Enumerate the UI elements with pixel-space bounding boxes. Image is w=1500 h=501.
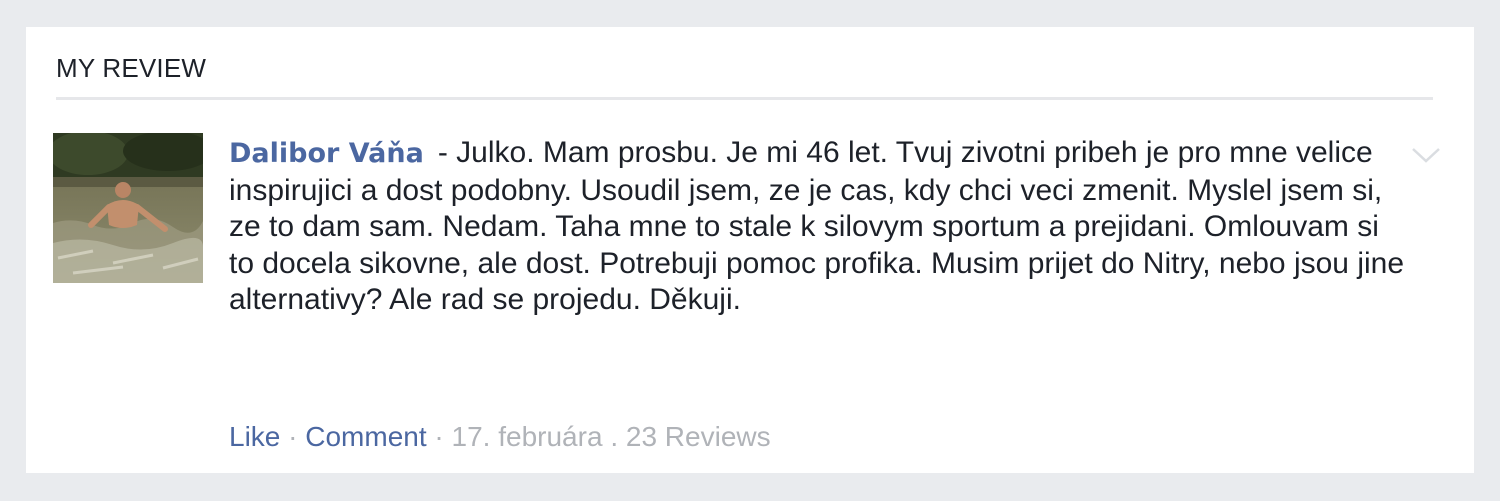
comment-link[interactable]: Comment <box>305 421 426 452</box>
review-date[interactable]: 17. februára <box>452 421 603 452</box>
avatar-photo <box>53 133 203 283</box>
review-options-button[interactable] <box>1410 145 1442 165</box>
like-link[interactable]: Like <box>229 421 280 452</box>
section-title: MY REVIEW <box>56 53 207 83</box>
chevron-down-icon <box>1412 148 1440 163</box>
review-count: 23 Reviews <box>625 421 771 452</box>
review-actions: Like · Comment · 17. februára . 23 Revie… <box>229 421 771 453</box>
avatar[interactable] <box>53 133 203 283</box>
separator: . <box>610 421 619 452</box>
separator: · <box>288 421 298 452</box>
divider <box>56 97 1433 100</box>
author-name[interactable]: Dalibor Váňa <box>229 138 424 169</box>
review-body: Dalibor Váňa - Julko. Mam prosbu. Je mi 4… <box>229 135 1409 319</box>
review-card: MY REVIEW Dalibor Váňa - Julko. Mam pros… <box>26 27 1474 473</box>
separator: · <box>434 421 444 452</box>
